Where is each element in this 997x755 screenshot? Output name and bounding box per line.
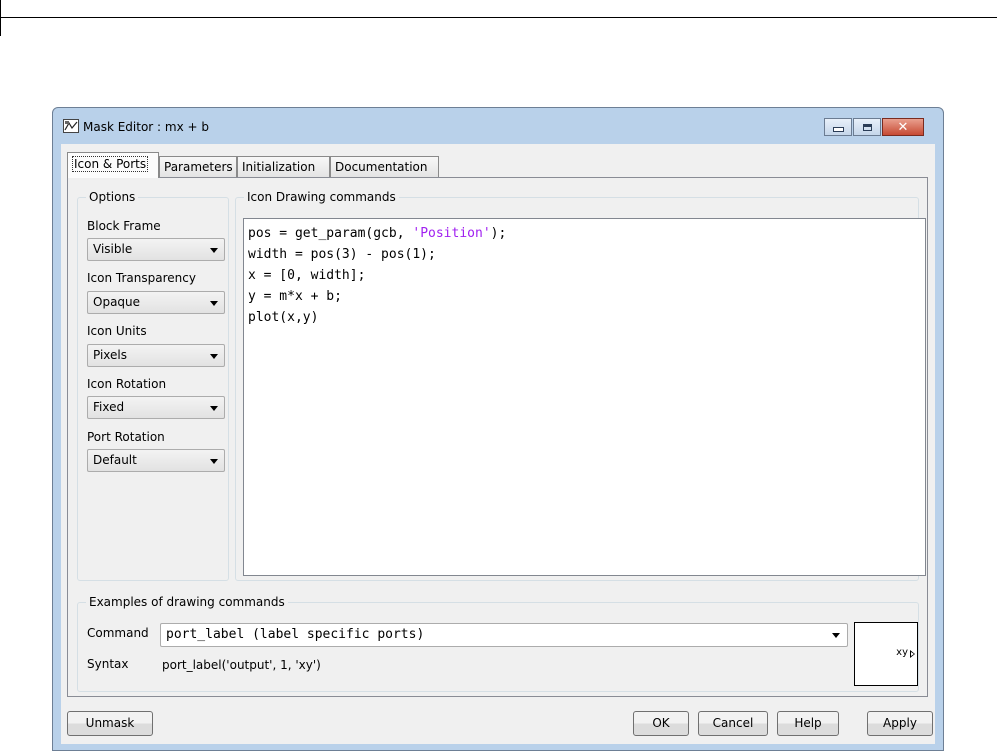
- help-button[interactable]: Help: [777, 711, 839, 736]
- ok-button[interactable]: OK: [633, 711, 689, 736]
- syntax-value: port_label('output', 1, 'xy'): [162, 658, 321, 672]
- maximize-icon: [862, 123, 872, 131]
- icon-transparency-select[interactable]: Opaque: [87, 291, 225, 314]
- options-group: Options Block Frame Visible Icon Transpa…: [77, 190, 229, 581]
- window-title: Mask Editor : mx + b: [83, 120, 209, 134]
- icon-units-select[interactable]: Pixels: [87, 344, 225, 367]
- block-frame-select[interactable]: Visible: [87, 238, 225, 261]
- window-controls: ✕: [824, 118, 924, 136]
- drawing-commands-group: Icon Drawing commands pos = get_param(gc…: [235, 190, 926, 581]
- mask-editor-icon: [63, 119, 79, 133]
- dialog-body: Icon & Ports Parameters Initialization D…: [61, 144, 935, 744]
- tab-parameters[interactable]: Parameters: [159, 156, 237, 177]
- icon-units-label: Icon Units: [87, 324, 147, 338]
- icon-rotation-select[interactable]: Fixed: [87, 396, 225, 419]
- title-bar[interactable]: Mask Editor : mx + b ✕: [53, 108, 943, 144]
- command-label: Command: [87, 626, 149, 640]
- unmask-button[interactable]: Unmask: [67, 711, 153, 736]
- port-rotation-label: Port Rotation: [87, 430, 165, 444]
- code-line: x = [0, width];: [248, 268, 366, 283]
- chevron-down-icon: [210, 459, 218, 464]
- close-button[interactable]: ✕: [882, 118, 924, 136]
- syntax-label: Syntax: [87, 657, 129, 671]
- tab-documentation[interactable]: Documentation: [330, 156, 439, 177]
- command-select[interactable]: port_label (label specific ports): [160, 623, 848, 647]
- examples-legend: Examples of drawing commands: [86, 595, 288, 609]
- block-frame-label: Block Frame: [87, 219, 161, 233]
- page-border-line-vertical: [0, 0, 1, 36]
- code-line: plot(x,y): [248, 310, 319, 325]
- code-line: y = m*x + b;: [248, 289, 342, 304]
- icon-preview: xy: [854, 622, 918, 686]
- code-line: width = pos(3) - pos(1);: [248, 247, 436, 262]
- chevron-down-icon: [210, 248, 218, 253]
- minimize-button[interactable]: [824, 118, 852, 136]
- maximize-button[interactable]: [853, 118, 881, 136]
- options-legend: Options: [86, 190, 139, 204]
- page-border-line: [0, 17, 997, 18]
- port-rotation-select[interactable]: Default: [87, 449, 225, 472]
- chevron-down-icon: [210, 406, 218, 411]
- drawing-commands-legend: Icon Drawing commands: [244, 190, 399, 204]
- icon-transparency-label: Icon Transparency: [87, 271, 196, 285]
- tab-icon-ports[interactable]: Icon & Ports: [67, 152, 159, 178]
- mask-editor-window: Mask Editor : mx + b ✕ Icon & Ports Para…: [52, 107, 944, 751]
- output-port-icon: [910, 650, 915, 658]
- code-string: 'Position': [412, 226, 491, 241]
- chevron-down-icon: [210, 301, 218, 306]
- tab-initialization[interactable]: Initialization: [237, 156, 330, 177]
- close-icon: ✕: [897, 119, 909, 135]
- minimize-icon: [832, 127, 844, 132]
- code-line: pos = get_param(gcb, 'Position');: [248, 226, 507, 241]
- preview-port-label: xy: [896, 647, 908, 658]
- icon-ports-panel: Options Block Frame Visible Icon Transpa…: [67, 177, 928, 697]
- examples-group: Examples of drawing commands Command por…: [77, 595, 919, 692]
- chevron-down-icon: [832, 633, 840, 638]
- icon-rotation-label: Icon Rotation: [87, 377, 167, 391]
- apply-button[interactable]: Apply: [867, 711, 933, 736]
- chevron-down-icon: [210, 354, 218, 359]
- drawing-commands-editor[interactable]: pos = get_param(gcb, 'Position'); width …: [243, 218, 926, 576]
- cancel-button[interactable]: Cancel: [698, 711, 768, 736]
